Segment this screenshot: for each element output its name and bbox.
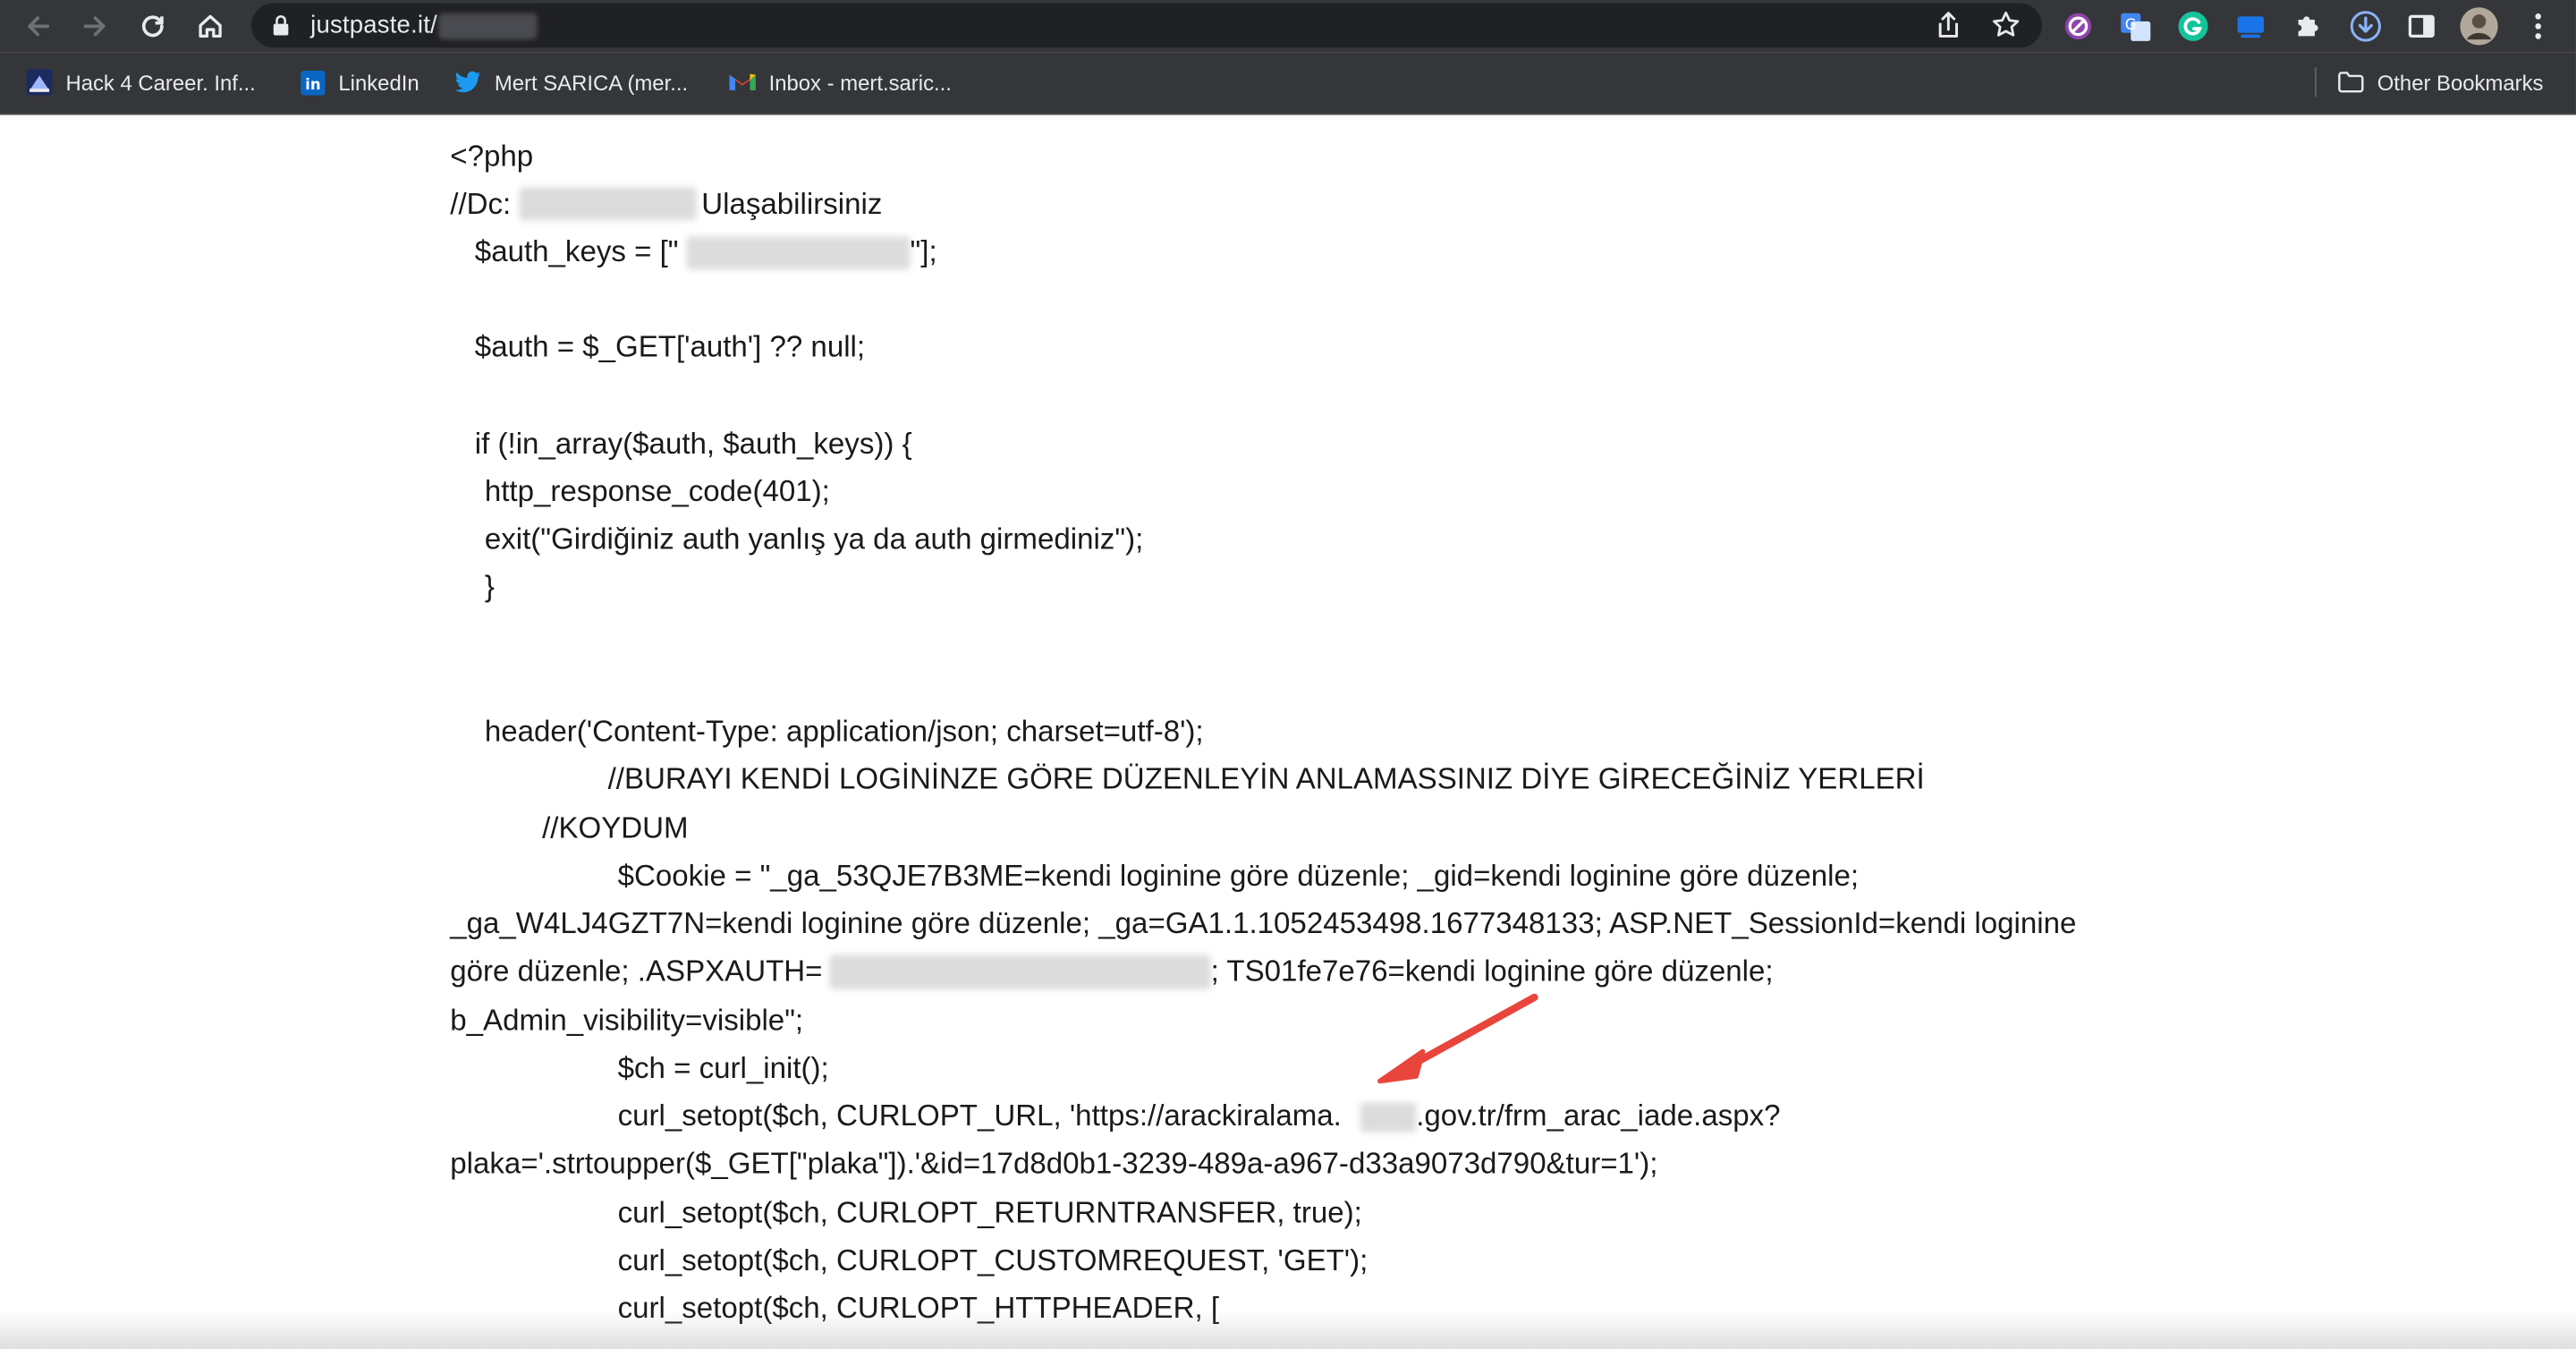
menu-kebab-icon[interactable]	[2520, 8, 2555, 44]
svg-text:G: G	[2125, 16, 2137, 33]
code-line: curl_setopt($ch, CURLOPT_URL, 'https://a…	[617, 1099, 1342, 1133]
twitter-icon	[454, 69, 481, 95]
redacted-contact	[519, 187, 697, 221]
hack4career-icon	[26, 69, 53, 96]
back-arrow-icon[interactable]	[20, 8, 55, 44]
code-line: $auth = $_GET['auth'] ?? null;	[474, 330, 866, 363]
code-line: plaka='.strtoupper($_GET["plaka"]).'&id=…	[450, 1147, 1658, 1180]
code-line: <?php	[450, 140, 534, 173]
code-line: b_Admin_visibility=visible";	[450, 1004, 804, 1037]
bookmark-hack4career[interactable]: Hack 4 Career. Inf...	[26, 67, 256, 97]
code-line: //KOYDUM	[542, 811, 689, 845]
screen-extension-icon[interactable]	[2233, 8, 2268, 44]
code-line: $Cookie = "_ga_53QJE7B3ME=kendi loginine…	[617, 859, 1860, 893]
bookmark-label: Mert SARICA (mer...	[494, 70, 689, 95]
window-bottom-edge	[0, 1311, 2576, 1349]
code-line: ; TS01fe7e76=kendi loginine göre düzenle…	[1210, 954, 1774, 988]
bookmark-label: Inbox - mert.saric...	[768, 70, 952, 95]
other-bookmarks-label: Other Bookmarks	[2377, 70, 2544, 95]
forward-arrow-icon[interactable]	[77, 8, 113, 44]
code-line: _ga_W4LJ4GZT7N=kendi loginine göre düzen…	[450, 906, 2077, 940]
share-icon[interactable]	[1930, 6, 1966, 42]
code-line: curl_setopt($ch, CURLOPT_CUSTOMREQUEST, …	[617, 1243, 1368, 1277]
bookmark-linkedin[interactable]: in LinkedIn	[299, 67, 419, 97]
code-line: curl_setopt($ch, CURLOPT_RETURNTRANSFER,…	[617, 1196, 1362, 1229]
code-line: //BURAYI KENDİ LOGİNİNZE GÖRE DÜZENLEYİN…	[607, 762, 1925, 795]
bookmark-label: Hack 4 Career. Inf...	[65, 70, 256, 95]
code-line: Ulaşabilirsiniz	[701, 187, 883, 221]
annotation-arrow	[1377, 993, 1538, 1084]
download-icon[interactable]	[2348, 8, 2384, 44]
bookmark-label: LinkedIn	[338, 70, 419, 95]
bookmarks-bar: Hack 4 Career. Inf... in LinkedIn Mert S…	[0, 52, 2576, 115]
bookmark-twitter[interactable]: Mert SARICA (mer...	[454, 67, 689, 97]
code-line: göre düzenle; .ASPXAUTH=	[450, 954, 823, 988]
folder-icon	[2338, 69, 2364, 95]
code-line: http_response_code(401);	[484, 474, 830, 508]
profile-avatar[interactable]	[2460, 6, 2499, 46]
code-line: "];	[910, 234, 937, 268]
extensions-area: G	[2050, 0, 2576, 53]
paste-content: <?php //Dc: Ulaşabilirsiniz $auth_keys =…	[0, 115, 2576, 1349]
code-line: if (!in_array($auth, $auth_keys)) {	[474, 427, 912, 461]
code-line: }	[484, 570, 495, 604]
url-text: justpaste.it/	[310, 11, 437, 40]
redacted-aspxauth	[829, 954, 1211, 989]
gmail-icon	[729, 69, 756, 95]
home-icon[interactable]	[192, 8, 228, 44]
url-redaction	[438, 13, 538, 40]
code-line: header('Content-Type: application/json; …	[484, 714, 1204, 748]
side-panel-icon[interactable]	[2403, 8, 2439, 44]
extensions-puzzle-icon[interactable]	[2290, 8, 2326, 44]
other-bookmarks-folder[interactable]: Other Bookmarks	[2338, 67, 2544, 97]
redacted-auth-key	[686, 236, 911, 270]
grammarly-extension-icon[interactable]	[2175, 8, 2211, 44]
code-line: .gov.tr/frm_arac_iade.aspx?	[1416, 1099, 1781, 1133]
lock-icon	[273, 15, 289, 45]
bookmark-star-icon[interactable]	[1987, 6, 2023, 42]
code-line: $auth_keys = ["	[474, 234, 679, 268]
bookmark-gmail[interactable]: Inbox - mert.saric...	[729, 67, 952, 97]
code-line: $ch = curl_init();	[617, 1051, 829, 1085]
reload-icon[interactable]	[135, 8, 171, 44]
browser-toolbar: justpaste.it/ G	[0, 0, 2576, 53]
code-line: exit("Girdiğiniz auth yanlış ya da auth …	[484, 522, 1144, 556]
bookmarks-separator	[2314, 67, 2317, 98]
blocker-extension-icon[interactable]	[2060, 8, 2096, 44]
code-line: //Dc:	[450, 187, 512, 221]
svg-text:in: in	[304, 75, 319, 92]
address-bar[interactable]: justpaste.it/	[251, 3, 2043, 48]
redacted-domain	[1360, 1102, 1417, 1133]
linkedin-icon: in	[299, 69, 325, 95]
translate-extension-icon[interactable]: G	[2118, 8, 2154, 44]
